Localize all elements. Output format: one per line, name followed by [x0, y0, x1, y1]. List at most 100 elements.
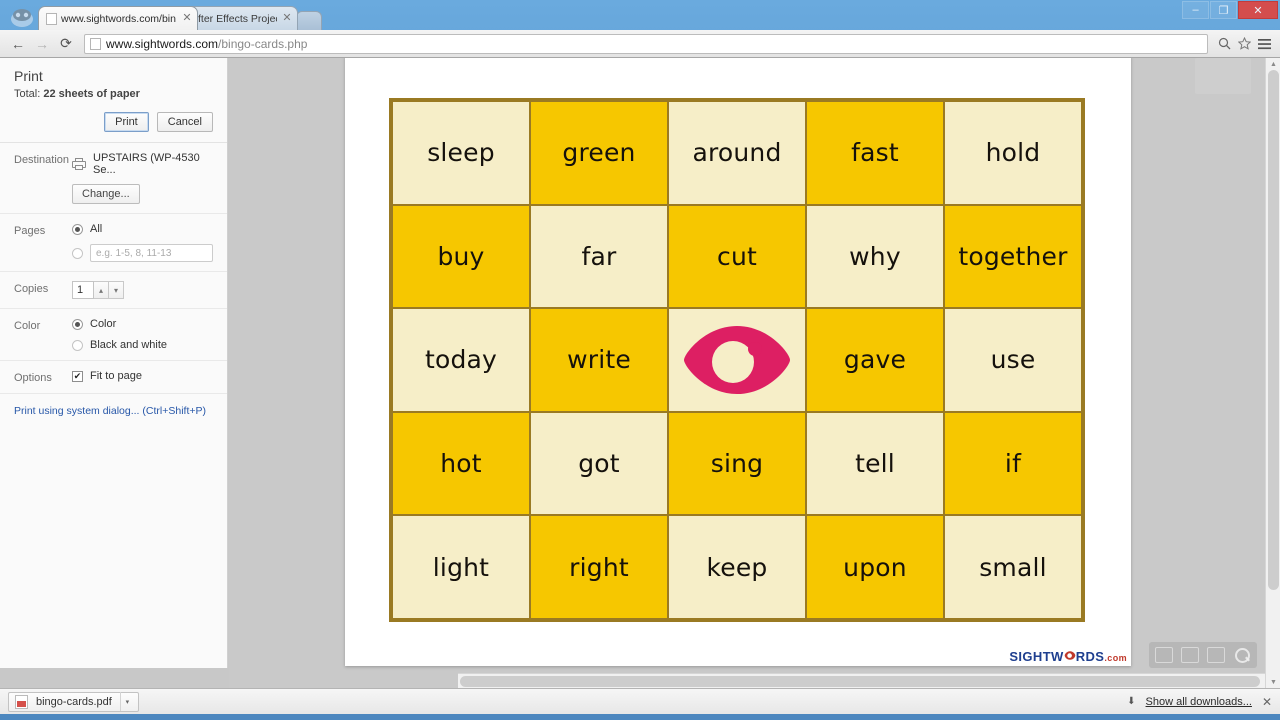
maximize-button[interactable]: ❐ — [1210, 1, 1237, 19]
radio-icon[interactable] — [72, 319, 83, 330]
page-content: Print Total: 22 sheets of paper Print Ca… — [0, 58, 1280, 688]
bingo-word: far — [582, 242, 617, 271]
checkbox-icon[interactable]: ✔ — [72, 371, 83, 382]
eye-o-icon — [1064, 649, 1076, 660]
bingo-word: tell — [855, 449, 895, 478]
chevron-down-icon[interactable]: ▾ — [120, 692, 134, 711]
forward-icon[interactable]: → — [30, 33, 54, 55]
destination-label: Destination — [14, 152, 72, 204]
radio-icon[interactable] — [72, 224, 83, 235]
download-arrow-icon: ⬇ — [1127, 696, 1135, 707]
print-preview-dialog: Print Total: 22 sheets of paper Print Ca… — [0, 58, 228, 668]
options-label: Options — [14, 370, 72, 384]
copies-decrease-button[interactable]: ▾ — [109, 281, 124, 299]
destination-value-row: UPSTAIRS (WP-4530 Se... — [72, 152, 213, 176]
show-all-downloads-link[interactable]: Show all downloads... — [1146, 696, 1252, 708]
horizontal-scrollbar-thumb[interactable] — [460, 676, 1260, 687]
options-row: Options ✔ Fit to page — [0, 361, 227, 394]
chrome-logo-icon — [8, 6, 36, 28]
bingo-word: got — [578, 449, 620, 478]
bingo-cell: why — [807, 206, 943, 308]
close-icon[interactable]: ✕ — [181, 13, 193, 25]
bingo-word: today — [425, 345, 497, 374]
bingo-cell: right — [531, 516, 667, 618]
bingo-word: right — [569, 553, 629, 582]
new-tab-button[interactable] — [296, 11, 322, 30]
bingo-cell-free-space — [669, 309, 805, 411]
bingo-cell: buy — [393, 206, 529, 308]
star-icon[interactable] — [1234, 34, 1254, 54]
fit-width-icon[interactable] — [1181, 647, 1199, 663]
bingo-cell: together — [945, 206, 1081, 308]
bingo-word: together — [958, 242, 1067, 271]
copies-input[interactable]: 1 — [72, 281, 94, 299]
bingo-cell: around — [669, 102, 805, 204]
color-option-label: Black and white — [90, 339, 167, 351]
hamburger-menu-icon[interactable] — [1254, 34, 1274, 54]
reload-icon[interactable]: ⟳ — [54, 33, 78, 55]
pages-all-option[interactable]: All — [72, 223, 213, 235]
bingo-cell: cut — [669, 206, 805, 308]
pages-custom-option[interactable]: e.g. 1-5, 8, 11-13 — [72, 244, 213, 262]
scroll-down-arrow-icon[interactable]: ▼ — [1266, 676, 1280, 688]
close-window-button[interactable]: ✕ — [1238, 1, 1278, 19]
vertical-scrollbar-thumb[interactable] — [1268, 70, 1279, 590]
minimize-button[interactable]: – — [1182, 1, 1209, 19]
copies-row: Copies 1 ▴ ▾ — [0, 272, 227, 309]
horizontal-scrollbar[interactable] — [458, 673, 1265, 688]
scroll-up-arrow-icon[interactable]: ▲ — [1266, 58, 1280, 70]
print-button[interactable]: Print — [104, 112, 149, 132]
print-total-summary: Total: 22 sheets of paper — [14, 88, 213, 100]
pages-row: Pages All e.g. 1-5, 8, 11-13 — [0, 214, 227, 272]
tab-strip: www.sightwords.com/bin ✕ After Effects P… — [0, 0, 1280, 30]
bingo-word: write — [567, 345, 631, 374]
bingo-cell: sleep — [393, 102, 529, 204]
address-bar[interactable]: www.sightwords.com/bingo-cards.php — [84, 34, 1208, 54]
bingo-cell: far — [531, 206, 667, 308]
destination-printer-name: UPSTAIRS (WP-4530 Se... — [93, 152, 213, 176]
watermark-part1: SIGHTW — [1009, 649, 1063, 664]
fit-to-page-option[interactable]: ✔ Fit to page — [72, 370, 213, 382]
pages-range-input[interactable]: e.g. 1-5, 8, 11-13 — [90, 244, 213, 262]
bingo-word: hot — [440, 449, 482, 478]
browser-tab-active[interactable]: www.sightwords.com/bin ✕ — [38, 6, 198, 30]
bingo-cell: green — [531, 102, 667, 204]
bingo-word: sing — [711, 449, 764, 478]
copies-increase-button[interactable]: ▴ — [94, 281, 109, 299]
download-item[interactable]: bingo-cards.pdf ▾ — [8, 692, 139, 712]
back-icon[interactable]: ← — [6, 33, 30, 55]
color-option-color[interactable]: Color — [72, 318, 213, 330]
cancel-button[interactable]: Cancel — [157, 112, 213, 132]
color-row: Color Color Black and white — [0, 309, 227, 361]
search-icon[interactable] — [1214, 34, 1234, 54]
close-download-bar-icon[interactable]: ✕ — [1262, 695, 1272, 709]
page-icon — [46, 13, 57, 25]
bingo-cell: small — [945, 516, 1081, 618]
total-value: 22 sheets of paper — [43, 88, 140, 100]
printer-icon — [72, 158, 86, 170]
radio-icon[interactable] — [72, 340, 83, 351]
print-action-buttons: Print Cancel — [14, 112, 213, 132]
fit-page-icon[interactable] — [1155, 647, 1173, 663]
zoom-out-icon[interactable] — [1207, 647, 1225, 663]
eye-logo-icon — [681, 323, 793, 397]
vertical-scrollbar[interactable]: ▲ ▼ — [1265, 58, 1280, 688]
radio-icon[interactable] — [72, 248, 83, 259]
pdf-preview-area[interactable]: sleepgreenaroundfastholdbuyfarcutwhytoge… — [229, 58, 1280, 688]
pdf-toolbar — [1149, 642, 1257, 668]
tab-title: After Effects Project Files — [191, 13, 277, 25]
close-icon[interactable]: ✕ — [281, 13, 293, 25]
copies-stepper[interactable]: 1 ▴ ▾ — [72, 281, 213, 299]
bingo-word: gave — [844, 345, 906, 374]
copies-label: Copies — [14, 281, 72, 299]
address-bar-url: www.sightwords.com/bingo-cards.php — [106, 37, 307, 51]
bingo-word: hold — [986, 138, 1041, 167]
pages-all-label: All — [90, 223, 102, 235]
change-destination-button[interactable]: Change... — [72, 184, 140, 204]
bingo-cell: gave — [807, 309, 943, 411]
bingo-word: light — [433, 553, 489, 582]
bingo-word: cut — [717, 242, 757, 271]
magnifier-icon[interactable] — [1233, 647, 1251, 663]
system-dialog-link[interactable]: Print using system dialog... (Ctrl+Shift… — [0, 394, 227, 428]
color-option-bw[interactable]: Black and white — [72, 339, 213, 351]
